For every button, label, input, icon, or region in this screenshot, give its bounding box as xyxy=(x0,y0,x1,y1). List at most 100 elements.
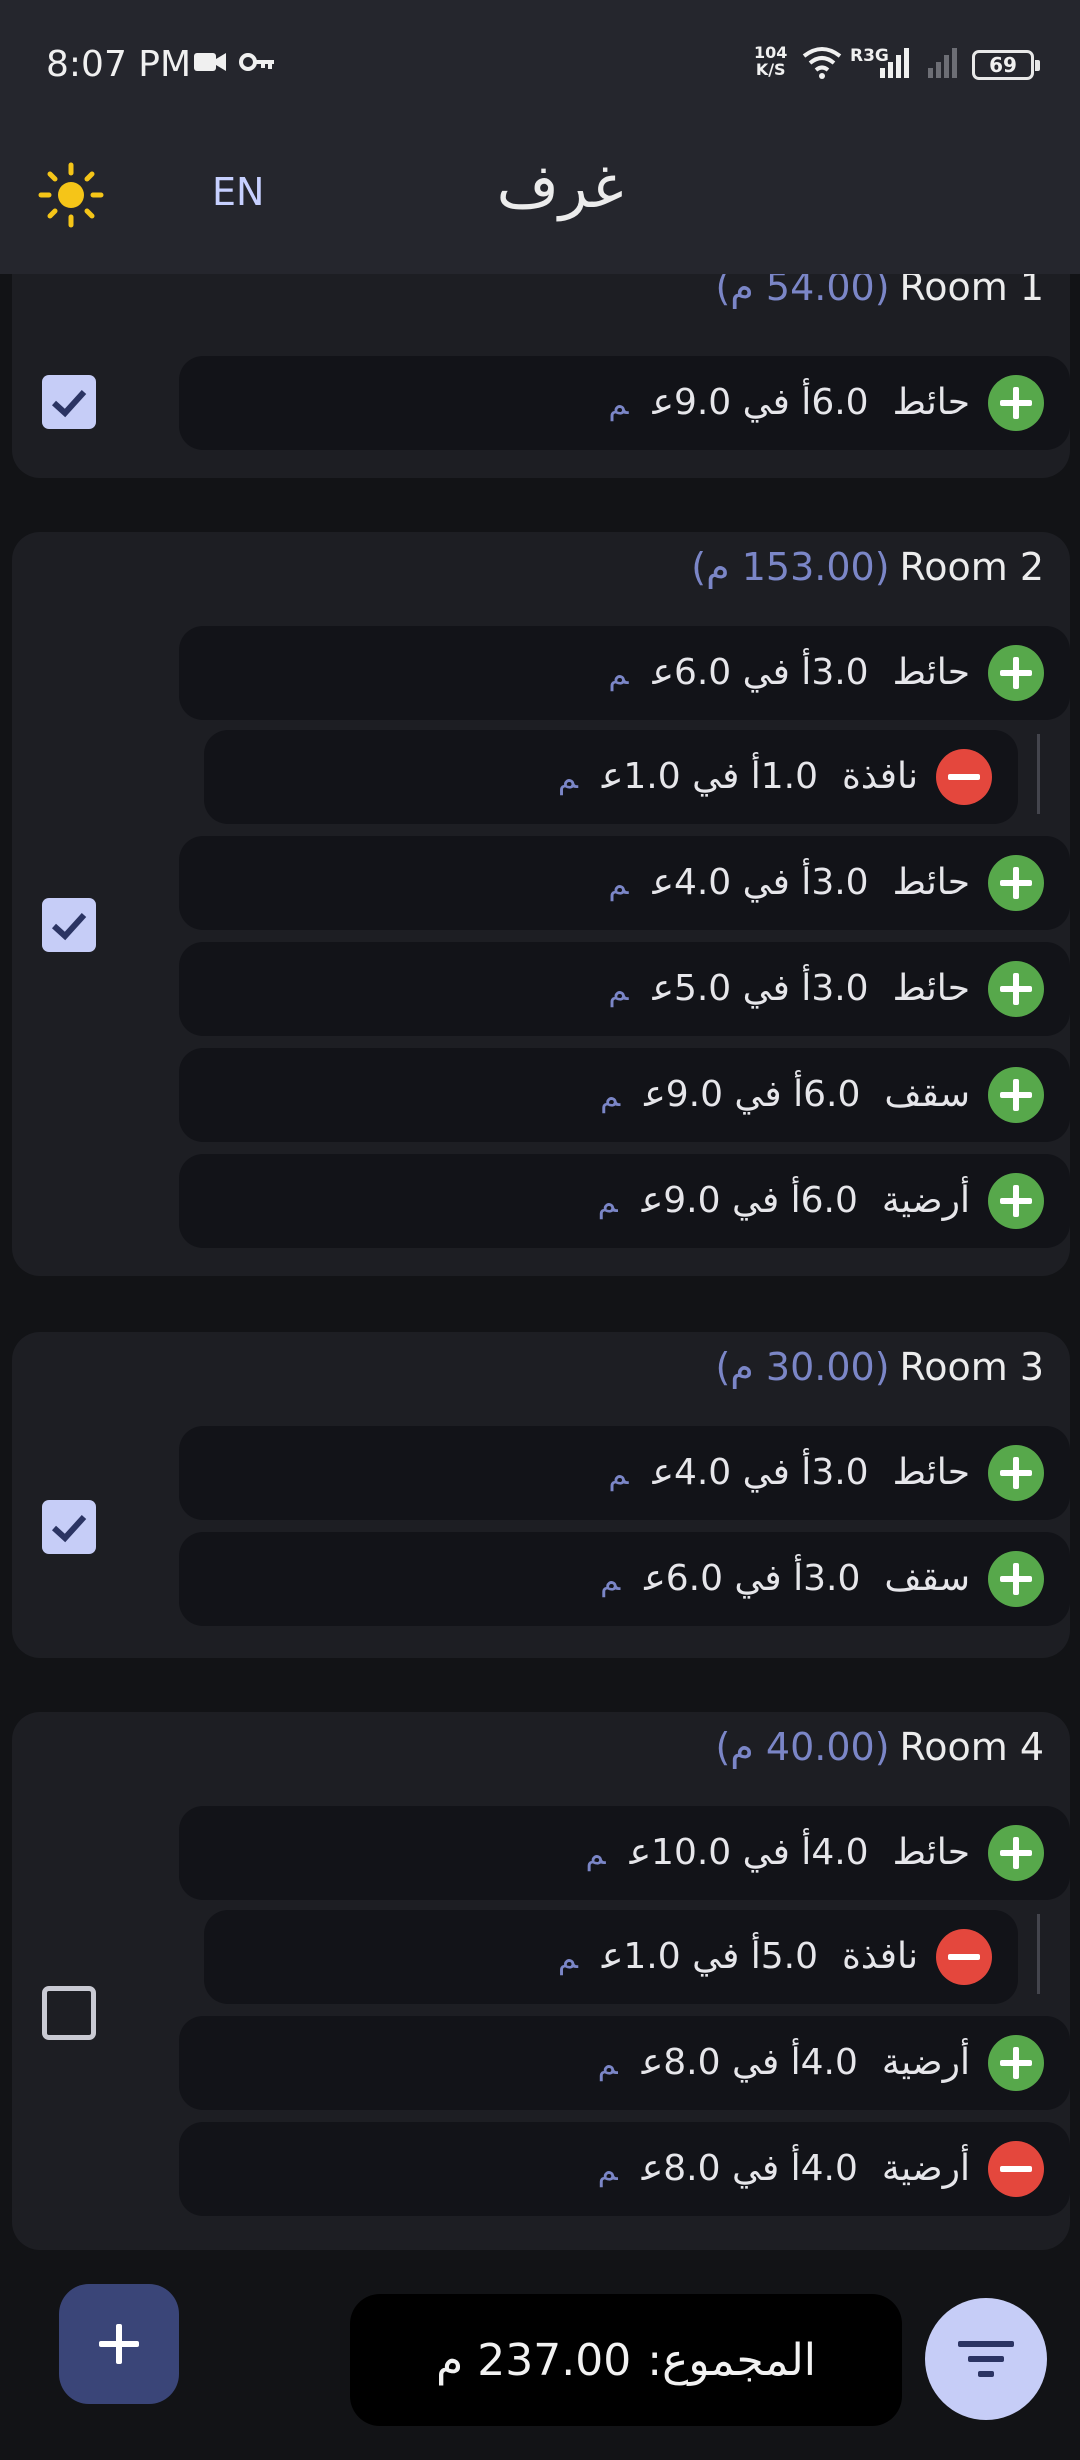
item-unit: م xyxy=(608,973,629,1008)
wifi-icon xyxy=(802,47,842,79)
room-name: Room 1 xyxy=(899,274,1044,309)
page-title: غرف xyxy=(496,152,624,222)
room-area: (153.00 م) xyxy=(691,545,890,589)
item-dimensions: 3.0أ في 6.0ع xyxy=(652,652,869,693)
item-label: حائط xyxy=(892,1832,970,1873)
list-item[interactable]: حائط 3.0أ في 4.0ع م xyxy=(179,836,1070,930)
check-icon xyxy=(51,912,87,941)
item-unit: م xyxy=(608,1457,629,1492)
room-checkbox[interactable] xyxy=(42,375,96,429)
room-header: (40.00 م) Room 4 xyxy=(715,1712,1044,1782)
item-unit: م xyxy=(597,2047,618,2082)
item-unit: م xyxy=(608,387,629,422)
item-unit: م xyxy=(557,761,578,796)
room-checkbox[interactable] xyxy=(42,898,96,952)
minus-icon xyxy=(936,1929,992,1985)
list-item[interactable]: سقف 6.0أ في 9.0ع م xyxy=(179,1048,1070,1142)
plus-icon xyxy=(988,1067,1044,1123)
room-area: (54.00 م) xyxy=(715,274,890,309)
add-room-button[interactable] xyxy=(59,2284,179,2404)
room-card: (30.00 م) Room 3 حائط 3.0أ في 4.0ع م سقف 3.… xyxy=(12,1332,1070,1658)
item-dimensions: 3.0أ في 4.0ع xyxy=(652,1452,869,1493)
minus-icon xyxy=(936,749,992,805)
item-dimensions: 6.0أ في 9.0ع xyxy=(641,1180,858,1221)
check-icon xyxy=(51,1514,87,1543)
app-bar: EN غرف xyxy=(0,130,1080,274)
item-label: نافذة xyxy=(842,1936,918,1977)
item-dimensions: 3.0أ في 5.0ع xyxy=(652,968,869,1009)
item-dimensions: 6.0أ في 9.0ع xyxy=(644,1074,861,1115)
room-name: Room 4 xyxy=(899,1725,1044,1769)
item-label: حائط xyxy=(892,968,970,1009)
room-header: (30.00 م) Room 3 xyxy=(715,1332,1044,1402)
room-checkbox[interactable] xyxy=(42,1500,96,1554)
list-item[interactable]: حائط 3.0أ في 4.0ع م xyxy=(179,1426,1070,1520)
plus-icon xyxy=(988,1551,1044,1607)
rooms-list[interactable]: (54.00 م) Room 1 حائط 6.0أ في 9.0ع م (153.… xyxy=(0,274,1080,2274)
plus-icon xyxy=(988,1173,1044,1229)
room-area: (40.00 م) xyxy=(715,1725,890,1769)
minus-icon xyxy=(988,2141,1044,2197)
total-value: 237.00 م xyxy=(436,2334,632,2386)
status-time: 8:07 PM xyxy=(46,44,192,85)
sub-item-connector xyxy=(1037,1914,1040,1994)
list-item[interactable]: حائط 6.0أ في 9.0ع م xyxy=(179,356,1070,450)
network-speed-unit: K/S xyxy=(755,60,786,79)
item-label: أرضية xyxy=(881,1180,970,1221)
list-item[interactable]: حائط 3.0أ في 6.0ع م xyxy=(179,626,1070,720)
item-unit: م xyxy=(585,1837,606,1872)
key-icon xyxy=(239,53,274,71)
list-item[interactable]: أرضية 4.0أ في 8.0ع م xyxy=(179,2122,1070,2216)
network-speed: 104 K/S xyxy=(754,44,787,78)
list-item[interactable]: أرضية 6.0أ في 9.0ع م xyxy=(179,1154,1070,1248)
item-label: حائط xyxy=(892,862,970,903)
plus-icon xyxy=(988,2035,1044,2091)
room-card: (54.00 م) Room 1 حائط 6.0أ في 9.0ع م xyxy=(12,274,1070,478)
list-item[interactable]: سقف 3.0أ في 6.0ع م xyxy=(179,1532,1070,1626)
item-label: حائط xyxy=(892,652,970,693)
list-item[interactable]: نافذة 5.0أ في 1.0ع م xyxy=(204,1910,1018,2004)
item-dimensions: 3.0أ في 6.0ع xyxy=(644,1558,861,1599)
status-bar: 8:07 PM 104 K/S R3G 69 xyxy=(0,0,1080,130)
list-item[interactable]: حائط 3.0أ في 5.0ع م xyxy=(179,942,1070,1036)
item-dimensions: 4.0أ في 10.0ع xyxy=(629,1832,869,1873)
room-card: (40.00 م) Room 4 حائط 4.0أ في 10.0ع م نافذ… xyxy=(12,1712,1070,2250)
list-item[interactable]: نافذة 1.0أ في 1.0ع م xyxy=(204,730,1018,824)
room-name: Room 2 xyxy=(899,545,1044,589)
plus-icon xyxy=(988,961,1044,1017)
room-area: (30.00 م) xyxy=(715,1345,890,1389)
item-unit: م xyxy=(600,1563,621,1598)
list-item[interactable]: حائط 4.0أ في 10.0ع م xyxy=(179,1806,1070,1900)
item-unit: م xyxy=(600,1079,621,1114)
item-dimensions: 6.0أ في 9.0ع xyxy=(652,382,869,423)
room-card: (153.00 م) Room 2 حائط 3.0أ في 6.0ع م نافذ… xyxy=(12,532,1070,1276)
plus-icon xyxy=(988,855,1044,911)
item-dimensions: 3.0أ في 4.0ع xyxy=(652,862,869,903)
total-label: المجموع: xyxy=(647,2334,816,2386)
item-label: سقف xyxy=(884,1558,970,1599)
total-display: المجموع: 237.00 م xyxy=(350,2294,902,2426)
filter-icon xyxy=(958,2341,1014,2377)
item-label: أرضية xyxy=(881,2042,970,2083)
item-dimensions: 5.0أ في 1.0ع xyxy=(601,1936,819,1977)
item-dimensions: 4.0أ في 8.0ع xyxy=(641,2148,858,2189)
item-label: سقف xyxy=(884,1074,970,1115)
plus-icon xyxy=(988,375,1044,431)
item-dimensions: 4.0أ في 8.0ع xyxy=(641,2042,858,2083)
item-unit: م xyxy=(557,1941,578,1976)
room-checkbox[interactable] xyxy=(42,1986,96,2040)
sub-item-connector xyxy=(1037,734,1040,814)
item-unit: م xyxy=(597,1185,618,1220)
plus-icon xyxy=(988,1445,1044,1501)
check-icon xyxy=(51,389,87,418)
room-header: (54.00 م) Room 1 xyxy=(715,274,1044,322)
room-header: (153.00 م) Room 2 xyxy=(691,532,1044,602)
item-unit: م xyxy=(608,657,629,692)
filter-button[interactable] xyxy=(925,2298,1047,2420)
item-label: نافذة xyxy=(842,756,918,797)
list-item[interactable]: أرضية 4.0أ في 8.0ع م xyxy=(179,2016,1070,2110)
plus-icon xyxy=(988,1825,1044,1881)
item-unit: م xyxy=(608,867,629,902)
item-unit: م xyxy=(597,2153,618,2188)
item-label: حائط xyxy=(892,382,970,423)
